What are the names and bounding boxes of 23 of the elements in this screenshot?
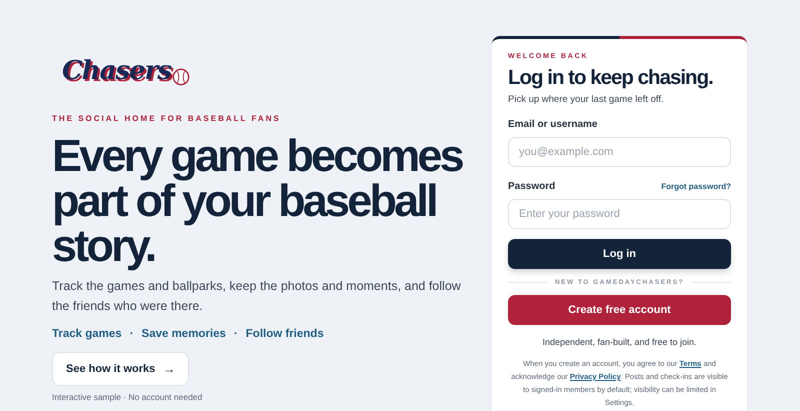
feature-link[interactable]: Follow friends [246,328,324,340]
login-button[interactable]: Log in [508,239,731,269]
tagline-text: Independent, fan-built, and free to join. [541,337,698,347]
arrow-icon: → [163,362,176,376]
create-account-button[interactable]: Create free account [508,295,731,325]
eyebrow-text: THE SOCIAL HOME FOR BASEBALL FANS [52,114,281,123]
feature-link[interactable]: Save memories [142,328,226,340]
password-field[interactable]: Enter your password [508,199,731,229]
logo-wordmark[interactable]: Chasers [62,56,171,86]
email-field[interactable]: you@example.com [508,137,731,167]
see-how-button[interactable]: See how it works → [52,352,190,386]
subtitle-text: Pick up where your last game left off. [508,94,665,105]
note-text: Interactive sample · No account needed [52,392,202,402]
forgot-password-link[interactable]: Forgot password? [661,182,731,191]
separator-dot: · [234,328,238,340]
separator-dot: · [130,328,134,340]
baseball-icon [172,68,190,86]
intro-text: Track the games and ballparks, keep the photos and moments, and follow the friends who were there. [52,278,462,315]
login-title: Log in to keep chasing. [508,66,714,90]
field-label: Password [508,181,556,192]
hero-heading: Every game becomes part of your baseball story. [52,133,464,268]
field-label: Email or username [508,119,598,130]
feature-link[interactable]: Track games [52,328,122,340]
